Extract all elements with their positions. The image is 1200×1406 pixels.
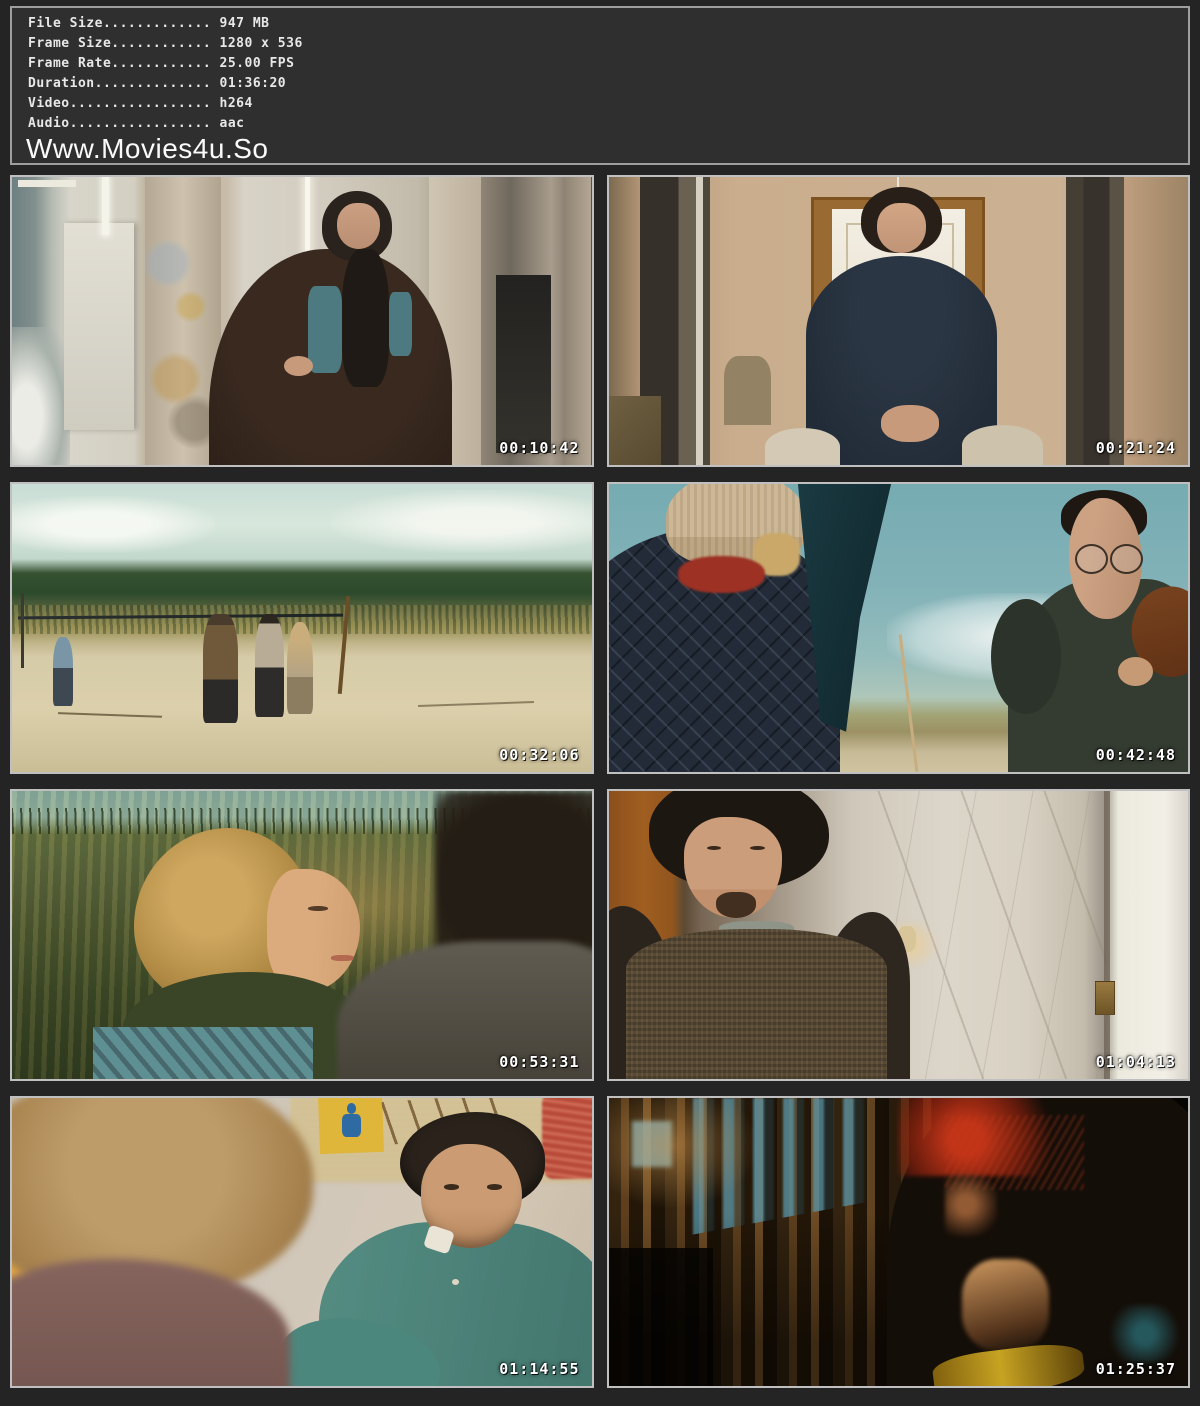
chair-arm	[765, 428, 840, 465]
screenshot-grid: 00:10:42 00:21:24	[10, 175, 1190, 1388]
ceiling-light	[18, 180, 76, 187]
glasses-lens	[1110, 544, 1143, 574]
man-eye	[487, 1184, 502, 1189]
white-wall-panel	[64, 223, 134, 430]
neck-highlight	[962, 1259, 1049, 1351]
site-watermark: Www.Movies4u.So	[26, 134, 1178, 164]
timestamp-overlay: 00:42:48	[1096, 746, 1176, 764]
violinist-hand	[1118, 657, 1153, 686]
info-line-frame-size: Frame Size............ 1280 x 536	[28, 34, 1178, 54]
teal-glint	[1107, 1305, 1182, 1363]
ear-highlight	[945, 1173, 997, 1236]
info-line-frame-rate: Frame Rate............ 25.00 FPS	[28, 54, 1178, 74]
door-shadow	[1104, 791, 1110, 1079]
archway	[563, 177, 592, 465]
man-face	[877, 203, 926, 253]
man-eye	[750, 846, 764, 850]
driftwood	[58, 713, 162, 719]
teal-sweater	[308, 286, 343, 372]
plaid-jacket	[93, 1027, 313, 1081]
jacket-hood	[991, 599, 1061, 714]
background-chair	[724, 356, 770, 425]
net-pole	[21, 593, 24, 668]
movie-still-2: 00:21:24	[607, 175, 1191, 467]
beach-volleyball-scene	[12, 484, 592, 772]
clasped-hands	[881, 405, 939, 442]
timestamp-overlay: 00:10:42	[499, 439, 579, 457]
brass-lock-plate	[1095, 981, 1114, 1015]
movie-still-1: 00:10:42	[10, 175, 594, 467]
screenshot-sheet: { "colors": { "page_bg": "#242424", "pan…	[0, 6, 1200, 1406]
person-figure	[53, 637, 73, 706]
driftwood	[418, 701, 534, 707]
info-line-video: Video................. h264	[28, 94, 1178, 114]
man-hand	[284, 356, 313, 376]
kitchen-conversation-scene	[12, 1098, 592, 1386]
timestamp-overlay: 00:53:31	[499, 1053, 579, 1071]
dark-shelf-unit	[496, 275, 551, 454]
woman-eye	[308, 906, 328, 911]
brown-knit-sweater	[626, 929, 887, 1081]
teal-sweater	[389, 292, 412, 355]
beach-flag-scene	[609, 484, 1189, 772]
dark-corner	[609, 396, 661, 465]
beige-room-scene	[609, 177, 1189, 465]
woman-lips	[331, 955, 354, 961]
timestamp-overlay: 00:32:06	[499, 746, 579, 764]
movie-still-4: 00:42:48	[607, 482, 1191, 774]
cloud	[331, 490, 594, 553]
marble-hallway-scene	[609, 791, 1189, 1079]
man-eye	[707, 846, 721, 850]
right-door-frame	[1066, 177, 1124, 465]
info-line-duration: Duration.............. 01:36:20	[28, 74, 1178, 94]
timestamp-overlay: 01:14:55	[499, 1360, 579, 1378]
chair-arm	[962, 425, 1043, 465]
timestamp-overlay: 00:21:24	[1096, 439, 1176, 457]
artwork-blue-figure	[342, 1114, 361, 1137]
person-figure	[203, 614, 238, 723]
person-figure	[255, 614, 284, 718]
man-eye	[444, 1184, 459, 1189]
red-scarf	[678, 556, 765, 593]
movie-still-6: 01:04:13	[607, 789, 1191, 1081]
movie-still-3: 00:32:06	[10, 482, 594, 774]
timestamp-overlay: 01:04:13	[1096, 1053, 1176, 1071]
man-scarf	[342, 249, 388, 387]
loft-apartment-scene	[12, 177, 592, 465]
movie-still-8: 01:25:37	[607, 1096, 1191, 1388]
info-line-audio: Audio................. aac	[28, 114, 1178, 134]
movie-still-5: 00:53:31	[10, 789, 594, 1081]
media-info-panel: File Size............. 947 MB Frame Size…	[10, 6, 1190, 165]
spiral-staircase	[12, 327, 70, 465]
timestamp-overlay: 01:25:37	[1096, 1360, 1176, 1378]
dark-curtains-silhouette-scene	[609, 1098, 1189, 1386]
cloud	[10, 496, 215, 554]
movie-still-7: 01:14:55	[10, 1096, 594, 1388]
woman-shoulder-blurred	[10, 1259, 290, 1388]
man-face	[337, 203, 380, 249]
info-line-file-size: File Size............. 947 MB	[28, 14, 1178, 34]
person-figure	[287, 622, 313, 714]
dune-grass-profile-scene	[12, 791, 592, 1079]
light-strip	[102, 177, 109, 235]
goatee	[716, 892, 757, 918]
child-artwork-red	[542, 1096, 593, 1179]
